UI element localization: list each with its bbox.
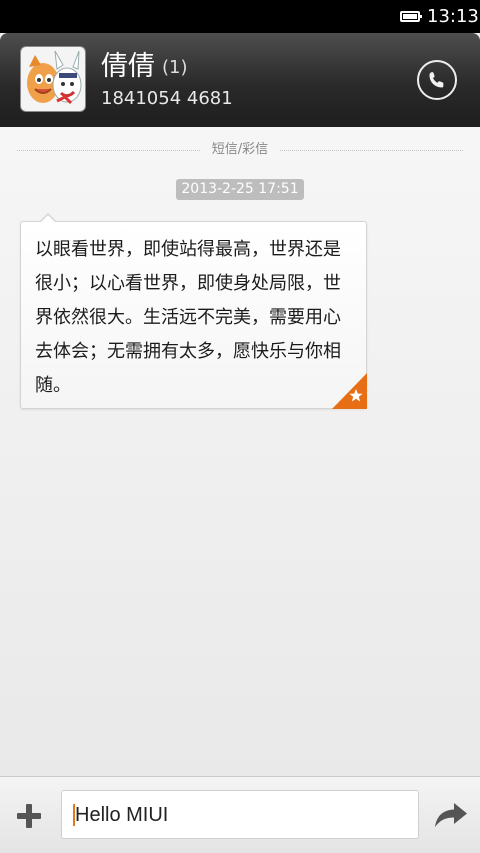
contact-name: 倩倩 — [101, 51, 155, 82]
composer-bar: Hello MIUI — [0, 776, 480, 853]
contact-header: 倩倩 (1) 1841054 4681 — [0, 33, 480, 127]
message-text: 以眼看世界，即使站得最高，世界还是很小；以心看世界，即使身处局限，世界依然很大。… — [35, 239, 341, 396]
message-input-value: Hello MIUI — [75, 804, 169, 826]
message-timestamp: 2013-2-25 17:51 — [176, 179, 304, 200]
bubble-tail — [40, 215, 56, 223]
message-input[interactable]: Hello MIUI — [61, 790, 419, 839]
unread-count: (1) — [162, 57, 188, 78]
status-bar: 13:13 — [0, 0, 480, 33]
add-attachment-button[interactable] — [14, 801, 44, 831]
conversation-area[interactable]: 短信/彩信 2013-2-25 17:51 以眼看世界，即使站得最高，世界还是很… — [0, 127, 480, 776]
call-button[interactable] — [417, 60, 457, 100]
battery-icon — [400, 11, 422, 22]
plus-icon — [17, 804, 41, 828]
forward-arrow-icon — [435, 803, 467, 827]
status-clock: 13:13 — [427, 6, 479, 27]
contact-number: 1841054 4681 — [101, 88, 233, 109]
incoming-message-bubble[interactable]: 以眼看世界，即使站得最高，世界还是很小；以心看世界，即使身处局限，世界依然很大。… — [20, 221, 367, 409]
contact-avatar[interactable] — [20, 46, 86, 112]
message-type-separator: 短信/彩信 — [211, 142, 269, 157]
phone-icon — [429, 72, 444, 88]
star-icon[interactable] — [332, 373, 367, 409]
send-button[interactable] — [434, 801, 468, 829]
